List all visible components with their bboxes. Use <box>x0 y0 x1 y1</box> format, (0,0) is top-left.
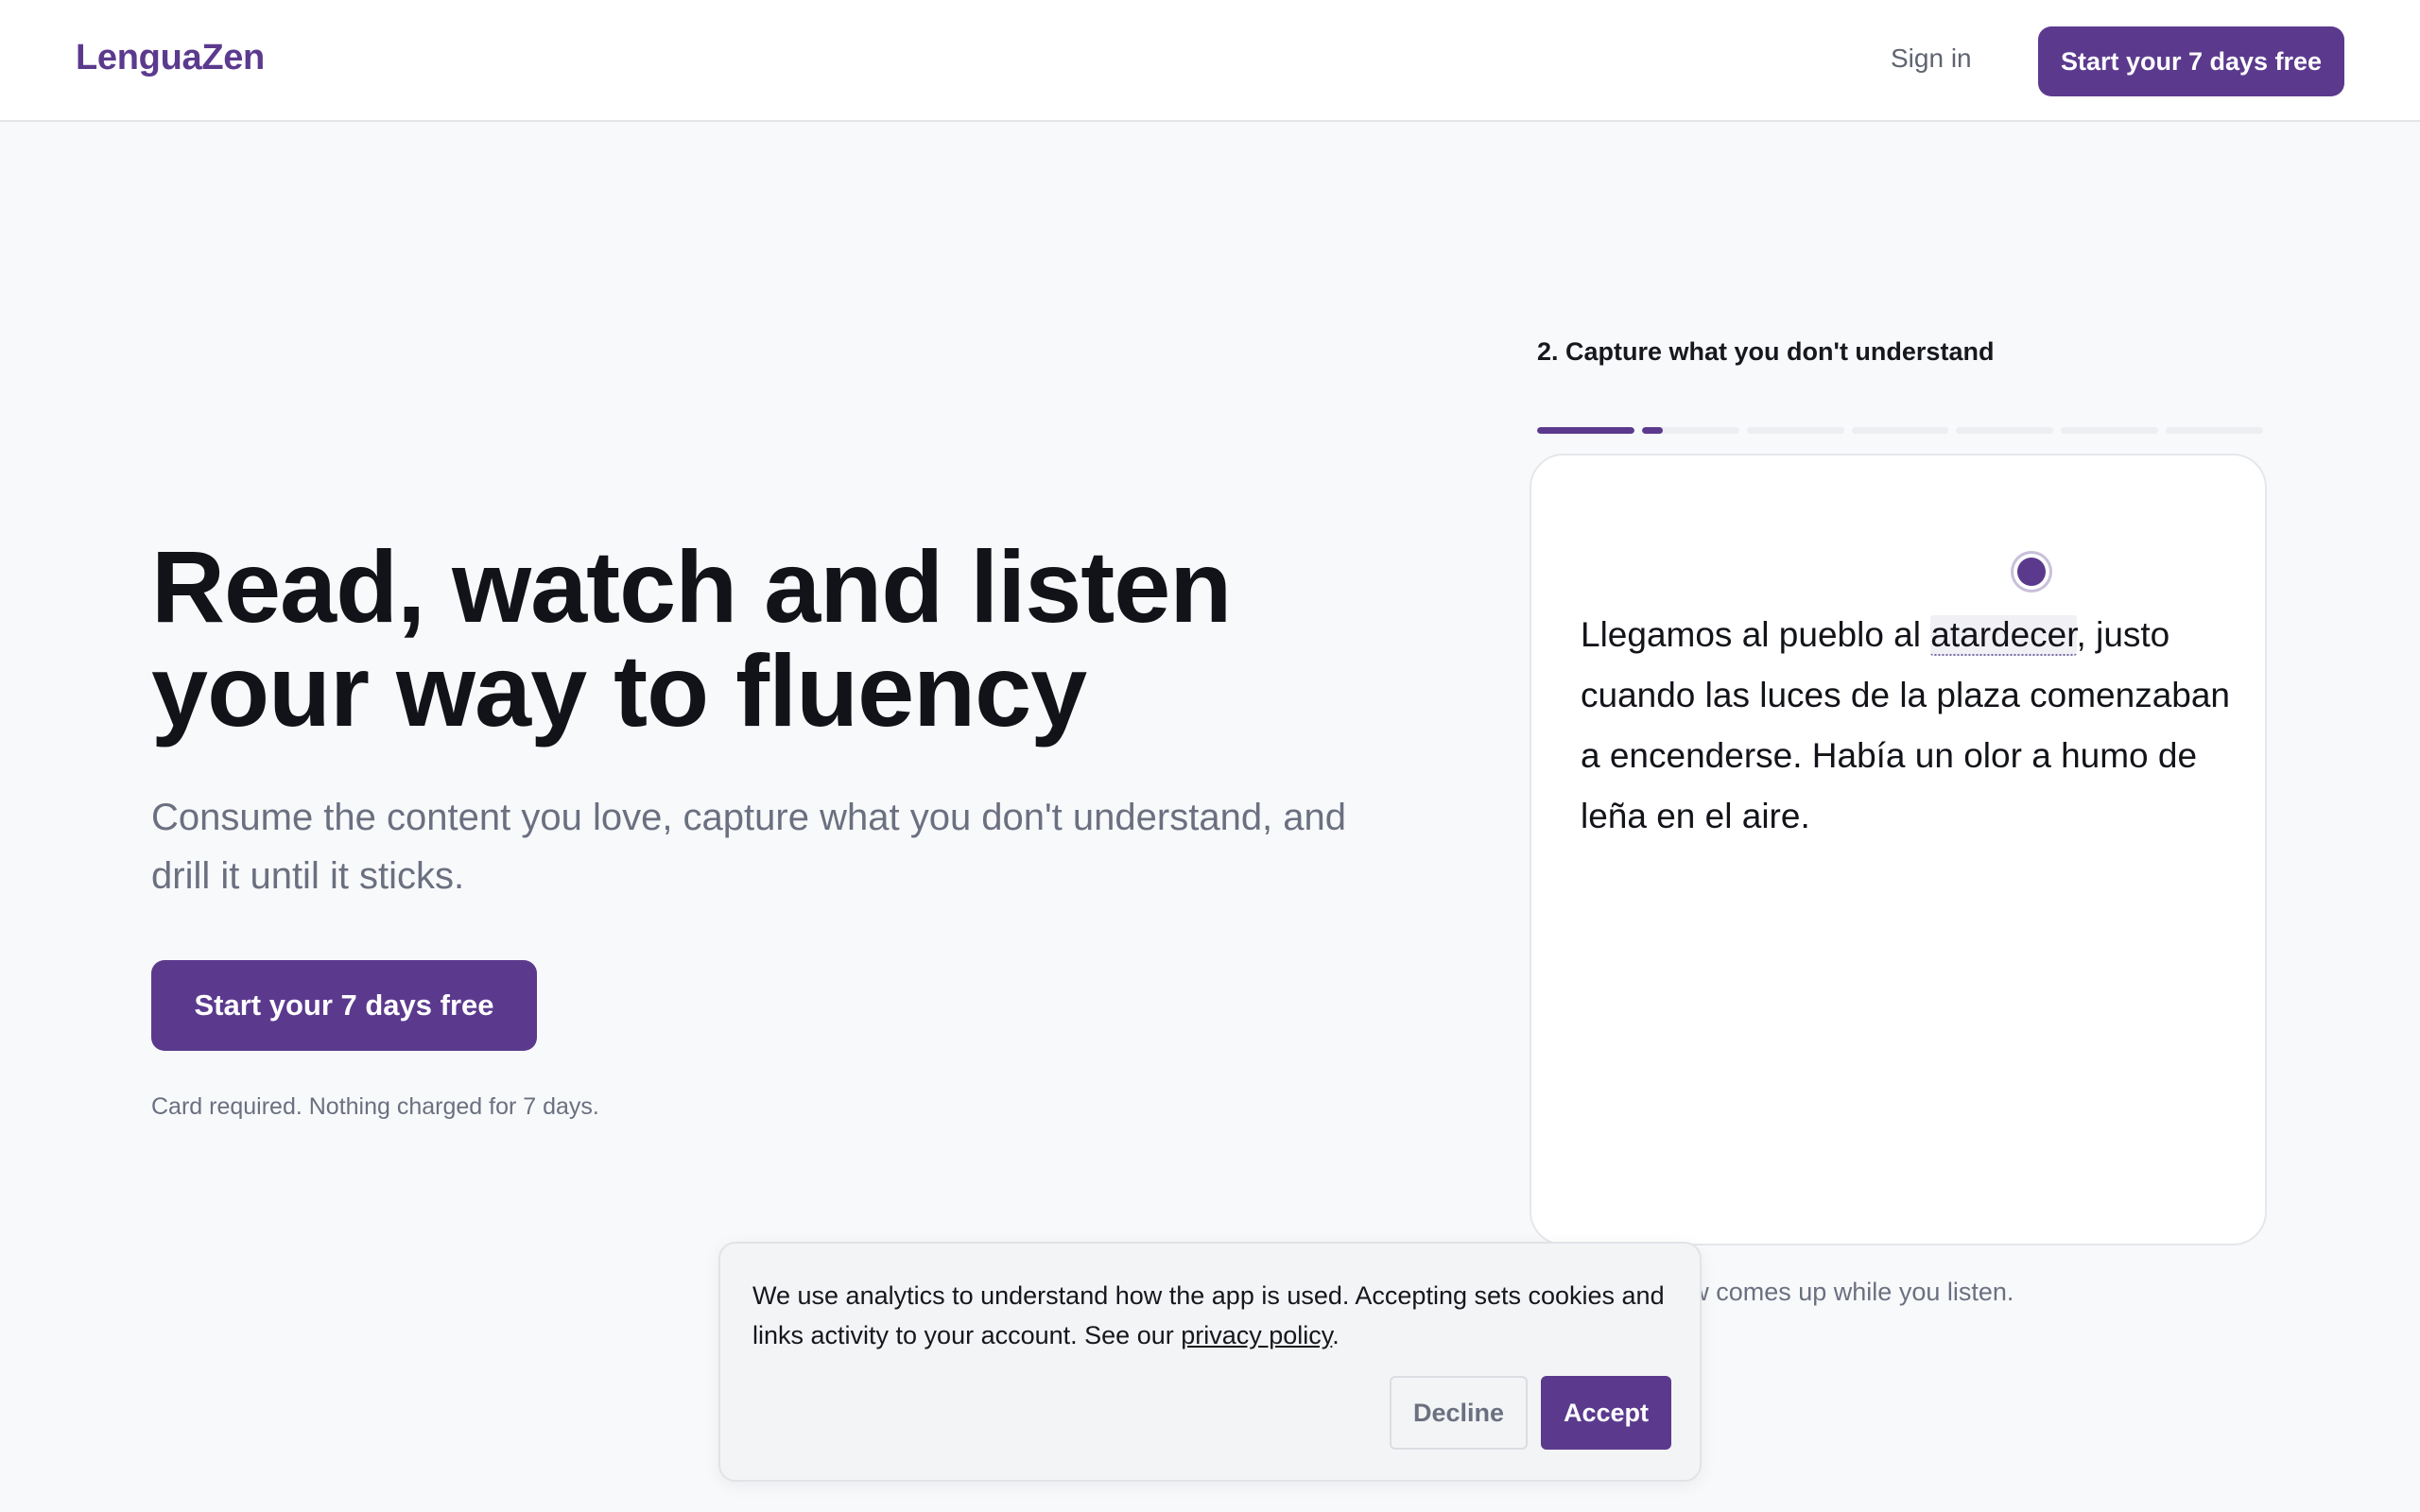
passage-text-before: Llegamos al pueblo al <box>1581 615 1931 654</box>
cursor-dot-icon <box>2017 558 2046 586</box>
progress-segment <box>1851 427 1949 434</box>
progress-segment <box>2166 427 2264 434</box>
logo[interactable]: LenguaZen <box>76 38 265 78</box>
step-title: 2. Capture what you don't understand <box>1537 337 1995 366</box>
progress-segment <box>1641 427 1739 434</box>
hero-title: Read, watch and listen your way to fluen… <box>151 535 1380 743</box>
hero-start-trial-button[interactable]: Start your 7 days free <box>151 960 537 1051</box>
progress-segment <box>2061 427 2159 434</box>
sign-in-link[interactable]: Sign in <box>1891 43 1972 74</box>
hero-title-line-1: Read, watch and listen <box>151 529 1232 644</box>
hero-title-line-2: your way to fluency <box>151 633 1087 747</box>
cookie-message-end: . <box>1332 1321 1340 1349</box>
hero-subtitle: Consume the content you love, capture wh… <box>151 797 1347 897</box>
privacy-policy-link[interactable]: privacy policy <box>1181 1321 1332 1349</box>
cookie-banner: We use analytics to understand how the a… <box>718 1242 1702 1482</box>
progress-segment <box>1537 427 1634 434</box>
highlighted-word[interactable]: atardecer <box>1930 615 2077 656</box>
progress-segment-fill <box>1537 427 1634 434</box>
progress-segment-fill <box>1641 427 1664 434</box>
cookie-message: We use analytics to understand how the a… <box>752 1276 1679 1355</box>
decline-cookies-button[interactable]: Decline <box>1390 1376 1528 1450</box>
accept-cookies-button[interactable]: Accept <box>1541 1376 1671 1450</box>
progress-segment <box>1746 427 1844 434</box>
top-navigation-bar: LenguaZen Sign in Start your 7 days free <box>0 0 2420 122</box>
reading-passage: Llegamos al pueblo al atardecer, justo c… <box>1581 605 2233 847</box>
reading-card <box>1530 454 2267 1246</box>
trial-note: Card required. Nothing charged for 7 day… <box>151 1093 599 1120</box>
header-start-trial-button[interactable]: Start your 7 days free <box>2038 26 2344 96</box>
progress-segment <box>1956 427 2054 434</box>
step-progress-bar <box>1537 427 2264 434</box>
